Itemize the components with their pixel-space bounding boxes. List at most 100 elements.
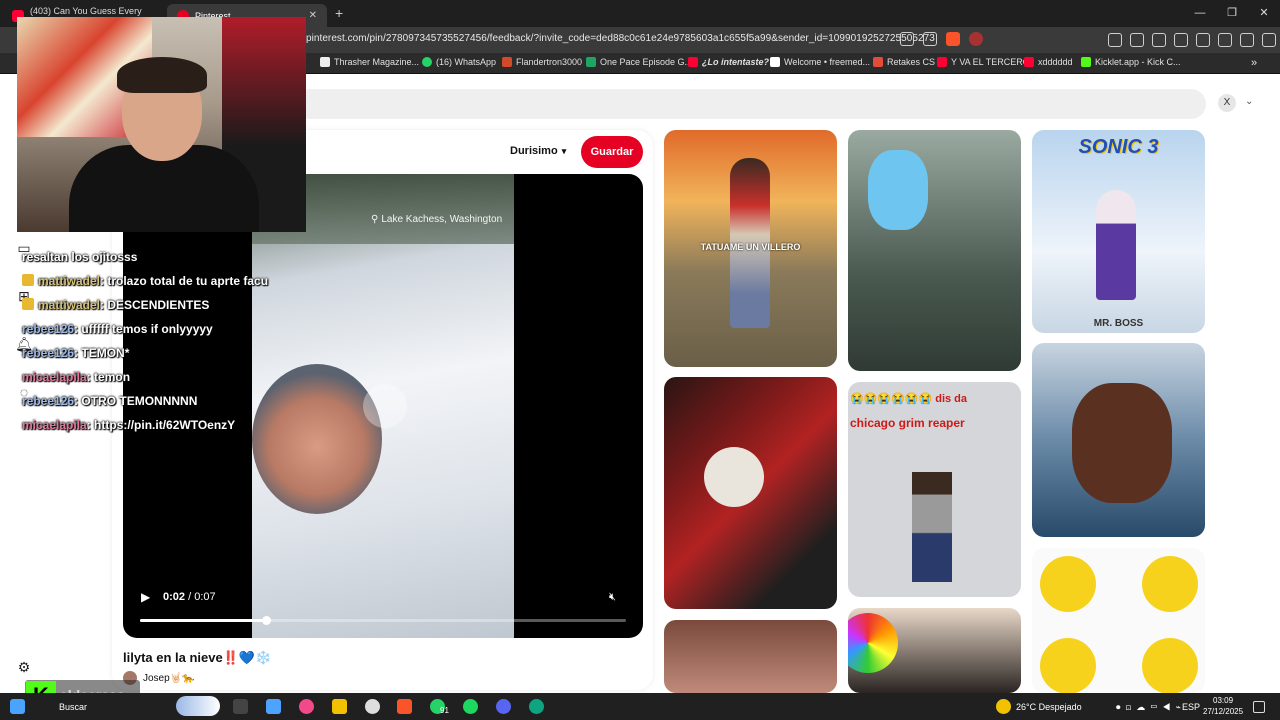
file-explorer-icon[interactable] xyxy=(332,699,347,714)
mute-icon[interactable]: 🔇︎ xyxy=(609,591,616,604)
share-icon[interactable] xyxy=(923,32,937,46)
media-icon[interactable] xyxy=(1152,33,1166,47)
bookmark-item[interactable]: Retakes CS xyxy=(873,57,935,67)
pin-caption: SONIC 3 xyxy=(1078,136,1159,158)
store-icon[interactable] xyxy=(266,699,281,714)
taskbar-search[interactable]: Buscar xyxy=(59,702,87,712)
bookmark-item[interactable]: Flandertron3000 xyxy=(502,57,582,67)
video-time: 0:02 / 0:07 xyxy=(163,591,216,603)
chat-text: : TEMON* xyxy=(74,346,130,360)
board-name: Durisimo xyxy=(510,145,558,157)
restore-button[interactable]: ❐ xyxy=(1216,0,1248,27)
avatar[interactable]: X xyxy=(1218,94,1236,112)
chat-username[interactable]: rebee126 xyxy=(22,394,74,408)
brave-icon[interactable] xyxy=(397,699,412,714)
chat-message: micaelapila: https://pin.it/62WTOenzY xyxy=(22,413,268,437)
youtube-icon xyxy=(937,57,947,67)
extensions-icon[interactable] xyxy=(1108,33,1122,47)
pin-title: lilyta en la nieve‼️💙❄️ xyxy=(123,650,272,665)
weather-text[interactable]: 26°C Despejado xyxy=(1016,702,1082,712)
spotify-icon[interactable] xyxy=(463,699,478,714)
bookmark-item[interactable]: ¿Lo intentaste? xyxy=(688,57,769,67)
chat-username[interactable]: micaelapila xyxy=(22,418,87,432)
wallet-icon[interactable] xyxy=(1196,33,1210,47)
grid-pin[interactable] xyxy=(664,620,837,693)
chrome-icon[interactable] xyxy=(365,699,380,714)
video-person xyxy=(252,364,382,514)
brave-rewards-icon[interactable] xyxy=(969,32,983,46)
moon-icon xyxy=(996,699,1011,714)
leo-icon[interactable] xyxy=(1218,33,1232,47)
clock-date[interactable]: 27/12/2025 xyxy=(1203,707,1243,716)
emoji-image xyxy=(1040,556,1096,612)
sidebar-icon[interactable] xyxy=(1174,33,1188,47)
chat-text: : OTRO TEMONNNNN xyxy=(74,394,198,408)
stream-chat: resaltan los ojitosss mattiwadel: trolazo… xyxy=(22,245,268,437)
play-button[interactable]: ▶ xyxy=(141,590,150,604)
search-highlight-icon[interactable] xyxy=(176,696,220,716)
chat-username[interactable]: rebee126 xyxy=(22,322,74,336)
close-window-button[interactable]: ✕ xyxy=(1248,0,1280,27)
chevron-down-icon[interactable]: ⌄ xyxy=(1245,96,1253,107)
search-bar[interactable] xyxy=(296,89,1206,119)
chatgpt-icon[interactable] xyxy=(529,699,544,714)
notifications-icon[interactable] xyxy=(1253,701,1265,713)
language-indicator[interactable]: ESP xyxy=(1182,702,1200,712)
address-bar[interactable]: pinterest.com/pin/278097345735527456/fee… xyxy=(306,33,935,44)
more-bookmarks-icon[interactable]: » xyxy=(1251,57,1257,69)
subscriber-badge-icon xyxy=(22,274,34,286)
youtube-icon xyxy=(688,57,698,67)
grid-pin[interactable] xyxy=(1032,343,1205,537)
wallet-icon[interactable] xyxy=(1130,33,1144,47)
bookmark-item[interactable]: Thrasher Magazine... xyxy=(320,57,419,67)
chat-text: resaltan los ojitosss xyxy=(22,250,138,264)
chat-message: mattiwadel: DESCENDIENTES xyxy=(22,293,268,317)
grid-pin[interactable] xyxy=(1032,548,1205,693)
settings-icon[interactable]: ⚙ xyxy=(14,657,34,677)
screen-share-icon[interactable] xyxy=(900,32,914,46)
pin-figure xyxy=(1072,383,1172,503)
chat-username[interactable]: mattiwadel xyxy=(38,274,100,288)
board-selector[interactable]: Durisimo ▾ xyxy=(510,145,566,157)
tray-icons[interactable]: ⏺⊡☁▭◀⌁ xyxy=(1116,702,1186,713)
bookmark-item[interactable]: (16) WhatsApp xyxy=(422,57,496,67)
grid-pin[interactable] xyxy=(848,130,1021,371)
pin-figure xyxy=(1096,190,1136,300)
chat-message: micaelapila: temon xyxy=(22,365,268,389)
vpn-icon[interactable] xyxy=(1240,33,1254,47)
webcam-overlay xyxy=(17,17,306,232)
menu-icon[interactable] xyxy=(1262,33,1276,47)
chat-text: : trolazo total de tu aprte facu xyxy=(100,274,269,288)
task-view-icon[interactable] xyxy=(233,699,248,714)
grid-pin[interactable]: SONIC 3 MR. BOSS xyxy=(1032,130,1205,333)
brave-shield-icon[interactable] xyxy=(946,32,960,46)
bookmark-icon xyxy=(320,57,330,67)
lollipop-image xyxy=(848,613,898,673)
bookmark-item[interactable]: One Pace Episode G... xyxy=(586,57,692,67)
window-controls: — ❐ ✕ xyxy=(1184,0,1280,27)
bookmark-item[interactable]: Kicklet.app - Kick C... xyxy=(1081,57,1181,67)
clock-time[interactable]: 03:09 xyxy=(1213,696,1233,705)
discord-icon[interactable] xyxy=(496,699,511,714)
grid-pin[interactable] xyxy=(664,377,837,609)
play-overlay-icon[interactable] xyxy=(363,384,407,428)
video-progress-fill xyxy=(140,619,267,622)
start-icon[interactable] xyxy=(10,699,25,714)
bookmark-item[interactable]: xdddddd xyxy=(1024,57,1073,67)
grid-pin[interactable]: TATUAME UN VILLERO xyxy=(664,130,837,367)
minimize-button[interactable]: — xyxy=(1184,0,1216,27)
chat-username[interactable]: mattiwadel xyxy=(38,298,100,312)
pin-figure xyxy=(912,472,952,582)
chat-username[interactable]: micaelapila xyxy=(22,370,87,384)
close-tab-icon[interactable]: ✕ xyxy=(309,10,317,21)
new-tab-button[interactable]: + xyxy=(335,5,343,21)
grid-pin[interactable]: 😭😭😭😭😭😭 dis da chicago grim reaper xyxy=(848,382,1021,597)
bookmark-item[interactable]: Welcome • freemed... xyxy=(770,57,870,67)
grid-pin[interactable] xyxy=(848,608,1021,693)
video-progress-bar[interactable] xyxy=(140,616,626,625)
save-button[interactable]: Guardar xyxy=(581,136,643,168)
address-bar-icons xyxy=(900,32,983,46)
bookmark-item[interactable]: Y VA EL TERCERO xyxy=(937,57,1030,67)
chat-username[interactable]: rebee126 xyxy=(22,346,74,360)
app-icon[interactable] xyxy=(299,699,314,714)
